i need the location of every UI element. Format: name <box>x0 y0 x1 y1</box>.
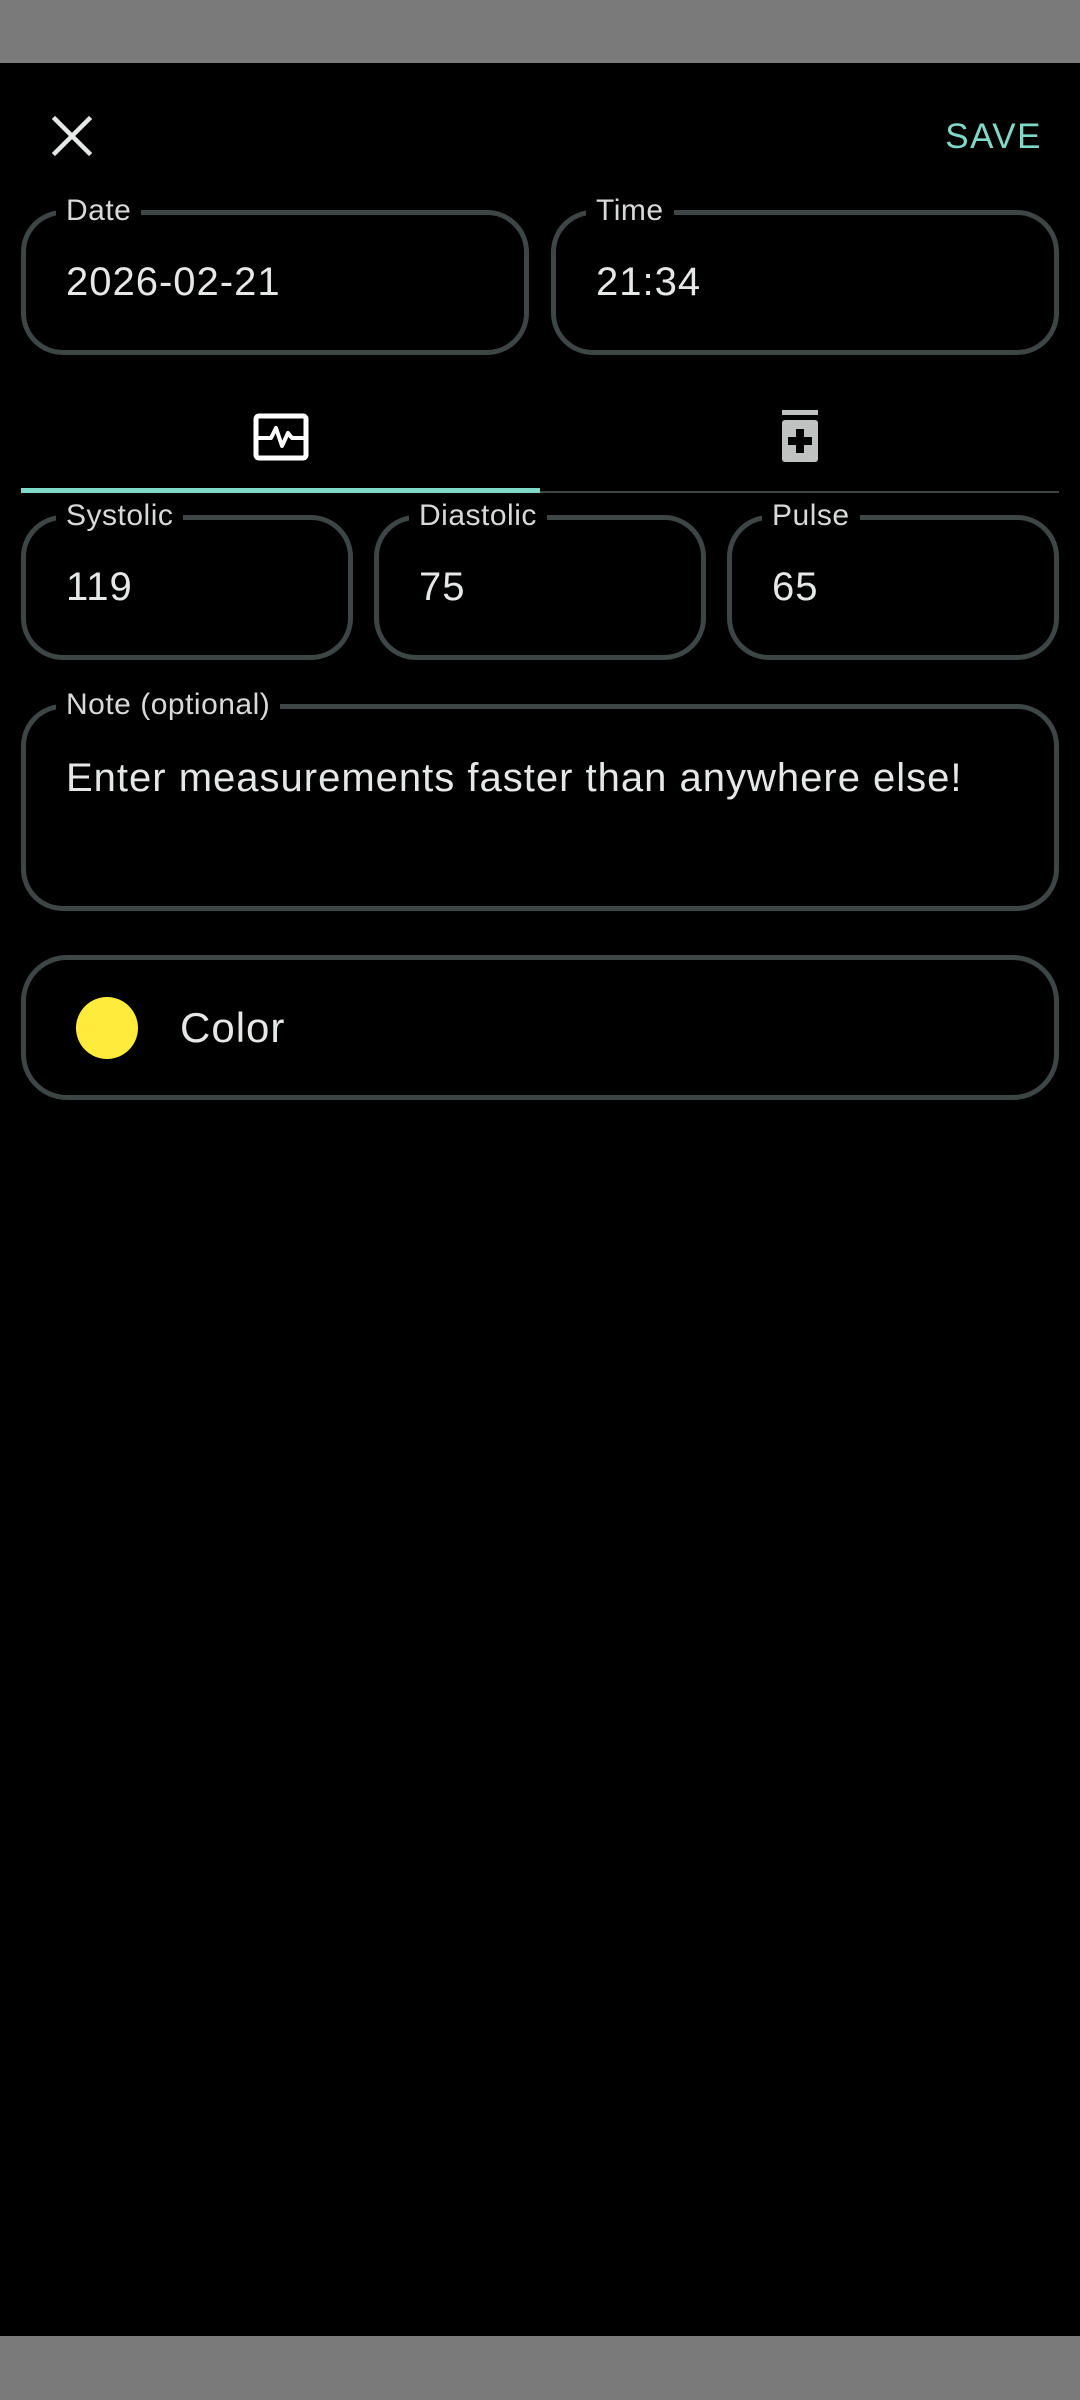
close-button[interactable] <box>42 106 102 166</box>
systolic-value: 119 <box>66 565 133 609</box>
add-measurement-screen: SAVE Date 2026-02-21 Time 21:34 Systolic… <box>0 0 1080 2400</box>
note-value: Enter measurements faster than anywhere … <box>66 756 963 800</box>
color-label: Color <box>180 1003 286 1051</box>
status-bar <box>0 0 1080 63</box>
tab-indicator <box>21 488 540 493</box>
color-swatch <box>76 997 138 1059</box>
tab-bar <box>21 385 1059 493</box>
time-field[interactable]: Time 21:34 <box>551 193 1059 355</box>
tab-measurement[interactable] <box>21 385 540 489</box>
medicine-bottle-icon <box>781 410 818 462</box>
close-icon <box>51 115 93 157</box>
measurement-waveform-icon <box>253 413 308 461</box>
date-value: 2026-02-21 <box>66 260 281 304</box>
diastolic-value: 75 <box>419 565 466 609</box>
navigation-bar <box>0 2336 1080 2400</box>
time-value: 21:34 <box>596 260 702 304</box>
pulse-value: 65 <box>772 565 819 609</box>
tab-medicine[interactable] <box>540 385 1059 489</box>
color-picker-row[interactable]: Color <box>21 955 1059 1100</box>
date-field[interactable]: Date 2026-02-21 <box>21 193 529 355</box>
diastolic-field[interactable]: Diastolic 75 <box>374 498 706 660</box>
pulse-field[interactable]: Pulse 65 <box>727 498 1059 660</box>
note-label: Note (optional) <box>56 687 281 723</box>
note-field[interactable]: Note (optional) Enter measurements faste… <box>21 687 1059 911</box>
save-button[interactable]: SAVE <box>945 112 1042 162</box>
systolic-field[interactable]: Systolic 119 <box>21 498 353 660</box>
